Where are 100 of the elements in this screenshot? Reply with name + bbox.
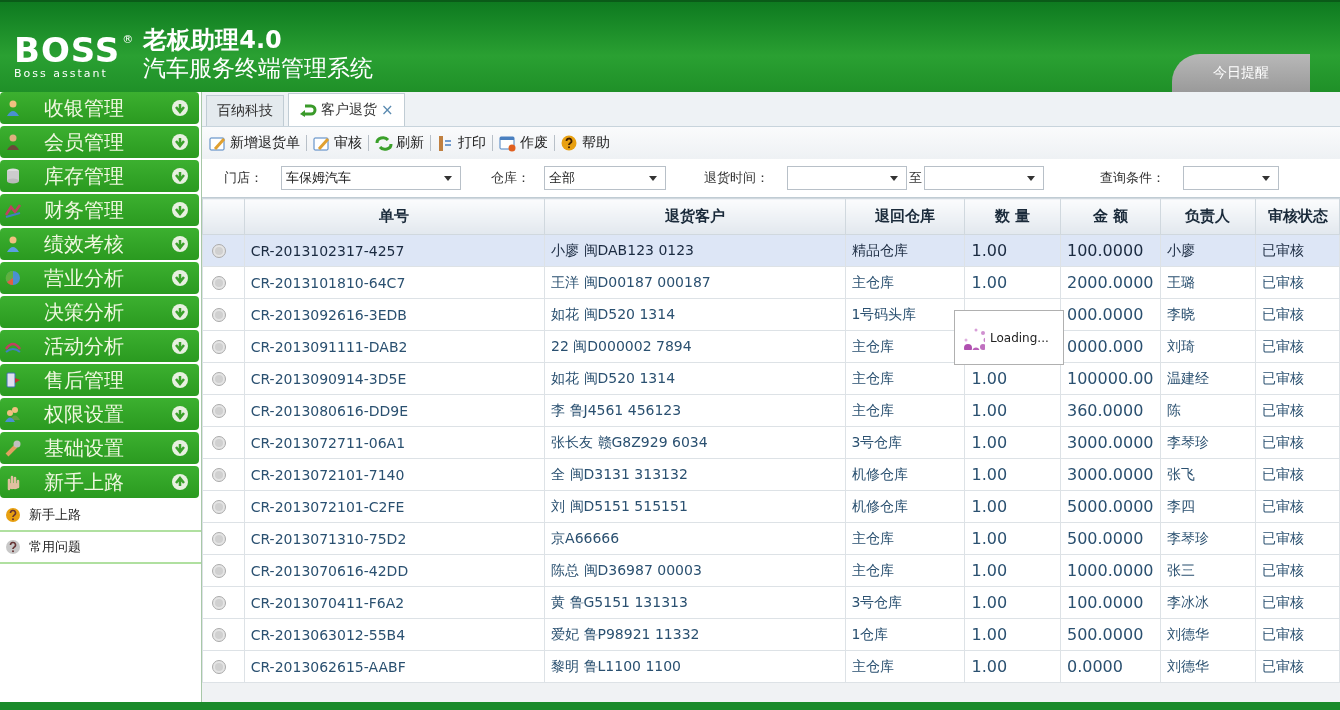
table-cell: CR-2013072101-7140 <box>250 466 405 483</box>
header-cell <box>202 198 245 235</box>
field-label: 至 <box>909 169 922 187</box>
table-cell: CR-2013080616-DD9E <box>250 402 409 419</box>
row-selector[interactable] <box>202 330 245 363</box>
radio-button <box>212 627 226 642</box>
row-selector[interactable] <box>202 362 245 395</box>
table-cell: 主仓库 <box>851 529 894 546</box>
table-cell: 已审核 <box>1262 241 1305 258</box>
column-header[interactable]: 负责人 <box>1160 198 1256 235</box>
table-cell: 刘琦 <box>1166 337 1195 354</box>
dropdown-field[interactable]: 全部 <box>544 166 666 190</box>
field-label: 退货时间： <box>704 169 769 187</box>
table-cell: 刘德华 <box>1166 625 1209 642</box>
row-selector[interactable] <box>202 426 245 459</box>
table-cell: CR-2013072101-C2FE <box>250 498 405 515</box>
row-selector[interactable] <box>202 522 245 555</box>
toolbar-button[interactable]: 审核 <box>310 132 365 154</box>
registered-mark: ® <box>122 33 134 46</box>
table-cell: 1.00 <box>971 497 1008 516</box>
pie-chart-icon <box>4 269 22 287</box>
table-cell: 已审核 <box>1262 337 1305 354</box>
question-icon <box>5 507 21 523</box>
toolbar-button[interactable]: 作废 <box>496 132 551 154</box>
sidebar-subitem[interactable]: 常用问题 <box>0 532 201 564</box>
row-selector[interactable] <box>202 458 245 491</box>
dropdown-field[interactable] <box>924 166 1044 190</box>
dropdown-field[interactable] <box>1183 166 1279 190</box>
table-cell: 张长友 赣G8Z929 6034 <box>551 433 708 450</box>
toolbar-button[interactable]: 帮助 <box>558 132 613 154</box>
row-selector[interactable] <box>202 586 245 619</box>
table-cell: 王璐 <box>1166 273 1195 290</box>
column-header[interactable]: 金 额 <box>1060 198 1160 235</box>
dropdown-field[interactable] <box>787 166 907 190</box>
table-cell: 李琴珍 <box>1166 433 1209 450</box>
field-label: 仓库： <box>491 169 530 187</box>
row-selector[interactable] <box>202 266 245 299</box>
table-cell: 已审核 <box>1262 273 1305 290</box>
column-header[interactable]: 审核状态 <box>1255 198 1340 235</box>
row-selector[interactable] <box>202 490 245 523</box>
radio-button <box>212 275 226 290</box>
radio-button <box>212 659 226 674</box>
row-selector[interactable] <box>202 394 245 427</box>
table-cell: 3号仓库 <box>851 593 903 610</box>
table-cell: 1.00 <box>971 433 1008 452</box>
table-cell: 刘德华 <box>1166 657 1209 674</box>
column-header[interactable]: 数 量 <box>964 198 1061 235</box>
tab[interactable]: 客户退货 × <box>288 93 405 126</box>
table-cell: 已审核 <box>1262 369 1305 386</box>
toolbar-button[interactable]: 打印 <box>434 132 489 154</box>
table-cell: CR-2013101810-64C7 <box>250 274 406 291</box>
dropdown-field[interactable]: 车保姆汽车 <box>281 166 461 190</box>
column-header[interactable]: 单号 <box>244 198 545 235</box>
return-arrow-icon <box>299 103 317 117</box>
row-selector[interactable] <box>202 618 245 651</box>
table-cell: 已审核 <box>1262 657 1305 674</box>
table-cell: 如花 闽D520 1314 <box>551 305 676 322</box>
table-cell: 100000.00 <box>1067 369 1154 388</box>
column-header[interactable]: 退货客户 <box>544 198 846 235</box>
close-icon[interactable]: × <box>381 101 394 119</box>
dropdown-arrow-icon <box>1027 175 1035 181</box>
dropdown-arrow-icon <box>1262 175 1270 181</box>
table-cell: 陈 <box>1166 401 1181 418</box>
table-cell: 王洋 闽D00187 000187 <box>551 273 711 290</box>
table-cell: 1.00 <box>971 657 1008 676</box>
sidebar-subitem[interactable]: 新手上路 <box>0 500 201 532</box>
table-cell: 张三 <box>1166 561 1195 578</box>
table-cell: CR-2013091111-DAB2 <box>250 338 408 355</box>
radio-button <box>212 563 226 578</box>
radio-button <box>212 403 226 418</box>
column-header[interactable]: 退回仓库 <box>845 198 965 235</box>
table-cell: 0.0000 <box>1067 657 1123 676</box>
table-cell: 陈总 闽D36987 00003 <box>551 561 702 578</box>
table-cell: 3号仓库 <box>851 433 903 450</box>
row-selector[interactable] <box>202 298 245 331</box>
table-cell: 360.0000 <box>1067 401 1144 420</box>
table-cell: CR-2013090914-3D5E <box>250 370 407 387</box>
radio-button <box>212 339 226 354</box>
table-cell: 温建经 <box>1166 369 1209 386</box>
row-selector[interactable] <box>202 554 245 587</box>
toolbar-button[interactable]: 新增退货单 <box>206 132 303 154</box>
dropdown-arrow-icon <box>890 175 898 181</box>
table-cell: 5000.0000 <box>1067 497 1154 516</box>
tab[interactable]: 百纳科技 <box>206 95 284 126</box>
row-selector[interactable] <box>202 234 245 267</box>
table-cell: 黄 鲁G5151 131313 <box>551 593 688 610</box>
row-selector[interactable] <box>202 650 245 683</box>
wrench-icon <box>4 439 22 457</box>
logo-text: BOSS <box>14 33 121 67</box>
table-cell: CR-2013092616-3EDB <box>250 306 407 323</box>
table-cell: 全 闽D3131 313132 <box>551 465 688 482</box>
table-cell: 已审核 <box>1262 465 1305 482</box>
window-icon <box>499 134 517 152</box>
table-cell: 李琴珍 <box>1166 529 1209 546</box>
radio-button <box>212 243 226 258</box>
table-cell: 已审核 <box>1262 497 1305 514</box>
table-cell: 已审核 <box>1262 593 1305 610</box>
toolbar-button[interactable]: 刷新 <box>372 132 427 154</box>
radio-button <box>212 307 226 322</box>
table-cell: 小廖 闽DAB123 0123 <box>551 241 695 258</box>
